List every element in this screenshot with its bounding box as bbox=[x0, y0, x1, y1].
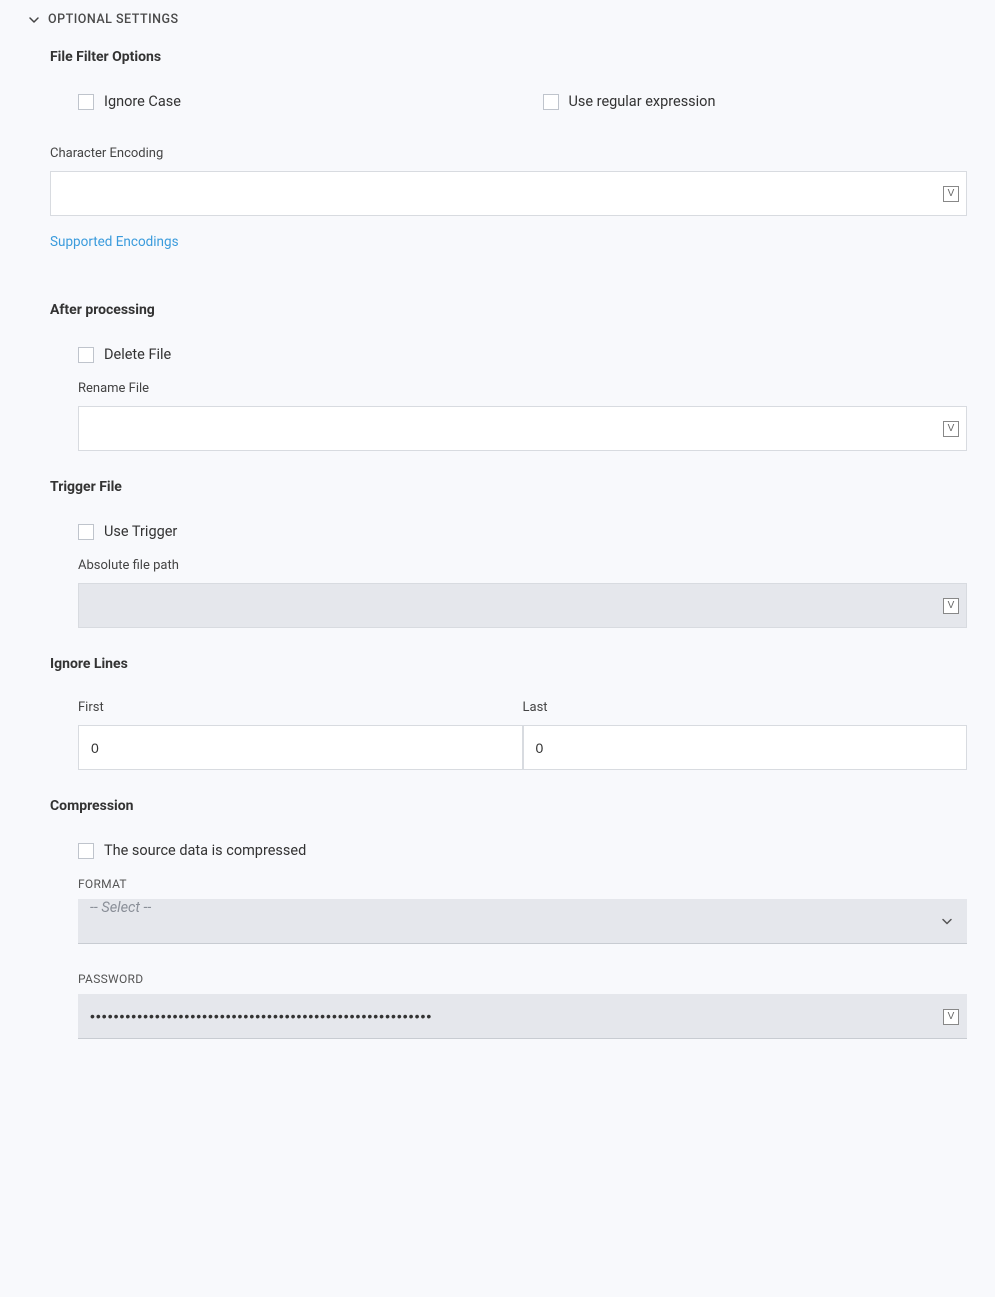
trigger-file-heading: Trigger File bbox=[50, 479, 967, 495]
source-compressed-checkbox[interactable]: The source data is compressed bbox=[78, 842, 967, 859]
source-compressed-label: The source data is compressed bbox=[104, 842, 306, 859]
ignore-case-checkbox[interactable]: Ignore Case bbox=[78, 93, 503, 110]
checkbox-icon bbox=[543, 94, 559, 110]
first-label: First bbox=[78, 700, 523, 715]
use-trigger-checkbox[interactable]: Use Trigger bbox=[78, 523, 967, 540]
variable-icon[interactable]: V bbox=[943, 598, 959, 614]
absolute-path-input bbox=[78, 583, 967, 628]
format-label: FORMAT bbox=[78, 877, 967, 891]
file-filter-section: File Filter Options Ignore Case Use regu… bbox=[50, 49, 967, 274]
char-encoding-label: Character Encoding bbox=[50, 146, 967, 161]
supported-encodings-link[interactable]: Supported Encodings bbox=[50, 234, 179, 250]
ignore-case-label: Ignore Case bbox=[104, 93, 181, 110]
use-regex-label: Use regular expression bbox=[569, 93, 716, 110]
compression-section: Compression The source data is compresse… bbox=[50, 798, 967, 1039]
absolute-path-label: Absolute file path bbox=[78, 558, 967, 573]
checkbox-icon bbox=[78, 347, 94, 363]
delete-file-checkbox[interactable]: Delete File bbox=[78, 346, 967, 363]
rename-file-label: Rename File bbox=[78, 381, 967, 396]
compression-heading: Compression bbox=[50, 798, 967, 814]
rename-file-input[interactable] bbox=[78, 406, 967, 451]
first-input[interactable] bbox=[78, 725, 523, 770]
password-input bbox=[78, 994, 967, 1039]
delete-file-label: Delete File bbox=[104, 346, 171, 363]
after-processing-section: After processing Delete File Rename File… bbox=[50, 302, 967, 451]
use-trigger-label: Use Trigger bbox=[104, 523, 177, 540]
last-label: Last bbox=[523, 700, 968, 715]
variable-icon[interactable]: V bbox=[943, 1009, 959, 1025]
file-filter-heading: File Filter Options bbox=[50, 49, 967, 65]
ignore-lines-section: Ignore Lines First Last bbox=[50, 656, 967, 770]
chevron-down-icon bbox=[941, 912, 953, 931]
optional-settings-header[interactable]: OPTIONAL SETTINGS bbox=[28, 12, 967, 27]
format-select[interactable]: -- Select -- bbox=[78, 899, 967, 944]
header-title: OPTIONAL SETTINGS bbox=[48, 12, 179, 27]
use-regex-checkbox[interactable]: Use regular expression bbox=[543, 93, 968, 110]
format-placeholder: -- Select -- bbox=[90, 899, 151, 916]
trigger-file-section: Trigger File Use Trigger Absolute file p… bbox=[50, 479, 967, 628]
checkbox-icon bbox=[78, 843, 94, 859]
chevron-down-icon bbox=[28, 14, 40, 26]
char-encoding-input[interactable] bbox=[50, 171, 967, 216]
checkbox-icon bbox=[78, 94, 94, 110]
variable-icon[interactable]: V bbox=[943, 186, 959, 202]
password-label: PASSWORD bbox=[78, 972, 967, 986]
variable-icon[interactable]: V bbox=[943, 421, 959, 437]
checkbox-icon bbox=[78, 524, 94, 540]
after-processing-heading: After processing bbox=[50, 302, 967, 318]
ignore-lines-heading: Ignore Lines bbox=[50, 656, 967, 672]
last-input[interactable] bbox=[523, 725, 968, 770]
